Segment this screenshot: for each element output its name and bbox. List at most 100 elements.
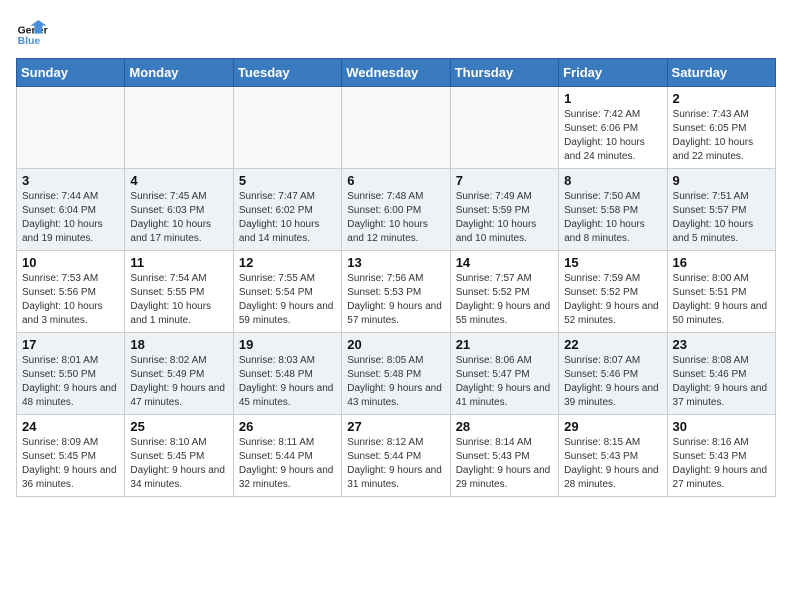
calendar-cell: 19 Sunrise: 8:03 AMSunset: 5:48 PMDaylig… [233, 333, 341, 415]
calendar-cell: 13 Sunrise: 7:56 AMSunset: 5:53 PMDaylig… [342, 251, 450, 333]
day-info: Sunrise: 8:02 AMSunset: 5:49 PMDaylight:… [130, 354, 227, 410]
calendar-cell: 3 Sunrise: 7:44 AMSunset: 6:04 PMDayligh… [17, 169, 125, 251]
weekday-header: Sunday [17, 59, 125, 87]
calendar-cell: 5 Sunrise: 7:47 AMSunset: 6:02 PMDayligh… [233, 169, 341, 251]
calendar-cell: 14 Sunrise: 7:57 AMSunset: 5:52 PMDaylig… [450, 251, 558, 333]
calendar-cell: 25 Sunrise: 8:10 AMSunset: 5:45 PMDaylig… [125, 415, 233, 497]
calendar-week-row: 17 Sunrise: 8:01 AMSunset: 5:50 PMDaylig… [17, 333, 776, 415]
logo-icon: General Blue [16, 16, 48, 48]
calendar-cell [342, 87, 450, 169]
svg-text:General: General [18, 26, 48, 37]
day-info: Sunrise: 7:57 AMSunset: 5:52 PMDaylight:… [456, 272, 553, 328]
calendar-week-row: 1 Sunrise: 7:42 AMSunset: 6:06 PMDayligh… [17, 87, 776, 169]
day-info: Sunrise: 7:45 AMSunset: 6:03 PMDaylight:… [130, 190, 227, 246]
calendar-cell: 24 Sunrise: 8:09 AMSunset: 5:45 PMDaylig… [17, 415, 125, 497]
calendar-cell: 16 Sunrise: 8:00 AMSunset: 5:51 PMDaylig… [667, 251, 775, 333]
weekday-header: Friday [559, 59, 667, 87]
day-info: Sunrise: 8:09 AMSunset: 5:45 PMDaylight:… [22, 436, 119, 492]
day-number: 29 [564, 419, 661, 434]
day-number: 24 [22, 419, 119, 434]
calendar-cell: 6 Sunrise: 7:48 AMSunset: 6:00 PMDayligh… [342, 169, 450, 251]
day-number: 13 [347, 255, 444, 270]
day-info: Sunrise: 8:15 AMSunset: 5:43 PMDaylight:… [564, 436, 661, 492]
day-info: Sunrise: 8:01 AMSunset: 5:50 PMDaylight:… [22, 354, 119, 410]
day-info: Sunrise: 8:11 AMSunset: 5:44 PMDaylight:… [239, 436, 336, 492]
day-info: Sunrise: 8:08 AMSunset: 5:46 PMDaylight:… [673, 354, 770, 410]
calendar-week-row: 3 Sunrise: 7:44 AMSunset: 6:04 PMDayligh… [17, 169, 776, 251]
calendar-cell: 26 Sunrise: 8:11 AMSunset: 5:44 PMDaylig… [233, 415, 341, 497]
day-info: Sunrise: 7:54 AMSunset: 5:55 PMDaylight:… [130, 272, 227, 328]
calendar-cell: 18 Sunrise: 8:02 AMSunset: 5:49 PMDaylig… [125, 333, 233, 415]
day-number: 10 [22, 255, 119, 270]
day-number: 2 [673, 91, 770, 106]
calendar-cell: 27 Sunrise: 8:12 AMSunset: 5:44 PMDaylig… [342, 415, 450, 497]
calendar-cell: 7 Sunrise: 7:49 AMSunset: 5:59 PMDayligh… [450, 169, 558, 251]
day-info: Sunrise: 7:55 AMSunset: 5:54 PMDaylight:… [239, 272, 336, 328]
calendar-cell: 21 Sunrise: 8:06 AMSunset: 5:47 PMDaylig… [450, 333, 558, 415]
day-info: Sunrise: 8:06 AMSunset: 5:47 PMDaylight:… [456, 354, 553, 410]
weekday-header: Wednesday [342, 59, 450, 87]
calendar-cell: 28 Sunrise: 8:14 AMSunset: 5:43 PMDaylig… [450, 415, 558, 497]
day-info: Sunrise: 7:42 AMSunset: 6:06 PMDaylight:… [564, 108, 661, 164]
day-info: Sunrise: 7:50 AMSunset: 5:58 PMDaylight:… [564, 190, 661, 246]
calendar-cell: 11 Sunrise: 7:54 AMSunset: 5:55 PMDaylig… [125, 251, 233, 333]
day-info: Sunrise: 7:43 AMSunset: 6:05 PMDaylight:… [673, 108, 770, 164]
calendar-cell: 15 Sunrise: 7:59 AMSunset: 5:52 PMDaylig… [559, 251, 667, 333]
day-number: 17 [22, 337, 119, 352]
day-info: Sunrise: 8:07 AMSunset: 5:46 PMDaylight:… [564, 354, 661, 410]
day-number: 27 [347, 419, 444, 434]
day-info: Sunrise: 7:44 AMSunset: 6:04 PMDaylight:… [22, 190, 119, 246]
day-number: 22 [564, 337, 661, 352]
calendar-table: SundayMondayTuesdayWednesdayThursdayFrid… [16, 58, 776, 497]
calendar-week-row: 10 Sunrise: 7:53 AMSunset: 5:56 PMDaylig… [17, 251, 776, 333]
day-number: 3 [22, 173, 119, 188]
calendar-cell [17, 87, 125, 169]
day-number: 16 [673, 255, 770, 270]
day-info: Sunrise: 7:53 AMSunset: 5:56 PMDaylight:… [22, 272, 119, 328]
day-number: 11 [130, 255, 227, 270]
svg-text:Blue: Blue [18, 36, 41, 47]
day-number: 21 [456, 337, 553, 352]
day-number: 25 [130, 419, 227, 434]
calendar-cell [125, 87, 233, 169]
calendar-cell: 12 Sunrise: 7:55 AMSunset: 5:54 PMDaylig… [233, 251, 341, 333]
calendar-week-row: 24 Sunrise: 8:09 AMSunset: 5:45 PMDaylig… [17, 415, 776, 497]
day-number: 4 [130, 173, 227, 188]
day-info: Sunrise: 8:03 AMSunset: 5:48 PMDaylight:… [239, 354, 336, 410]
day-info: Sunrise: 8:14 AMSunset: 5:43 PMDaylight:… [456, 436, 553, 492]
calendar-cell: 29 Sunrise: 8:15 AMSunset: 5:43 PMDaylig… [559, 415, 667, 497]
day-number: 20 [347, 337, 444, 352]
day-number: 19 [239, 337, 336, 352]
weekday-header-row: SundayMondayTuesdayWednesdayThursdayFrid… [17, 59, 776, 87]
day-number: 23 [673, 337, 770, 352]
day-number: 15 [564, 255, 661, 270]
day-number: 30 [673, 419, 770, 434]
day-info: Sunrise: 8:05 AMSunset: 5:48 PMDaylight:… [347, 354, 444, 410]
weekday-header: Monday [125, 59, 233, 87]
day-info: Sunrise: 8:16 AMSunset: 5:43 PMDaylight:… [673, 436, 770, 492]
weekday-header: Saturday [667, 59, 775, 87]
calendar-cell [450, 87, 558, 169]
day-info: Sunrise: 7:49 AMSunset: 5:59 PMDaylight:… [456, 190, 553, 246]
calendar-cell: 1 Sunrise: 7:42 AMSunset: 6:06 PMDayligh… [559, 87, 667, 169]
weekday-header: Tuesday [233, 59, 341, 87]
calendar-cell: 23 Sunrise: 8:08 AMSunset: 5:46 PMDaylig… [667, 333, 775, 415]
calendar-cell: 4 Sunrise: 7:45 AMSunset: 6:03 PMDayligh… [125, 169, 233, 251]
day-info: Sunrise: 7:48 AMSunset: 6:00 PMDaylight:… [347, 190, 444, 246]
calendar-cell [233, 87, 341, 169]
calendar-cell: 10 Sunrise: 7:53 AMSunset: 5:56 PMDaylig… [17, 251, 125, 333]
page-header: General Blue [16, 16, 776, 48]
calendar-cell: 2 Sunrise: 7:43 AMSunset: 6:05 PMDayligh… [667, 87, 775, 169]
day-number: 28 [456, 419, 553, 434]
day-number: 14 [456, 255, 553, 270]
day-number: 8 [564, 173, 661, 188]
day-number: 12 [239, 255, 336, 270]
calendar-cell: 30 Sunrise: 8:16 AMSunset: 5:43 PMDaylig… [667, 415, 775, 497]
calendar-cell: 20 Sunrise: 8:05 AMSunset: 5:48 PMDaylig… [342, 333, 450, 415]
day-number: 26 [239, 419, 336, 434]
calendar-cell: 22 Sunrise: 8:07 AMSunset: 5:46 PMDaylig… [559, 333, 667, 415]
logo: General Blue [16, 16, 48, 48]
day-info: Sunrise: 7:47 AMSunset: 6:02 PMDaylight:… [239, 190, 336, 246]
day-info: Sunrise: 8:12 AMSunset: 5:44 PMDaylight:… [347, 436, 444, 492]
day-info: Sunrise: 8:00 AMSunset: 5:51 PMDaylight:… [673, 272, 770, 328]
